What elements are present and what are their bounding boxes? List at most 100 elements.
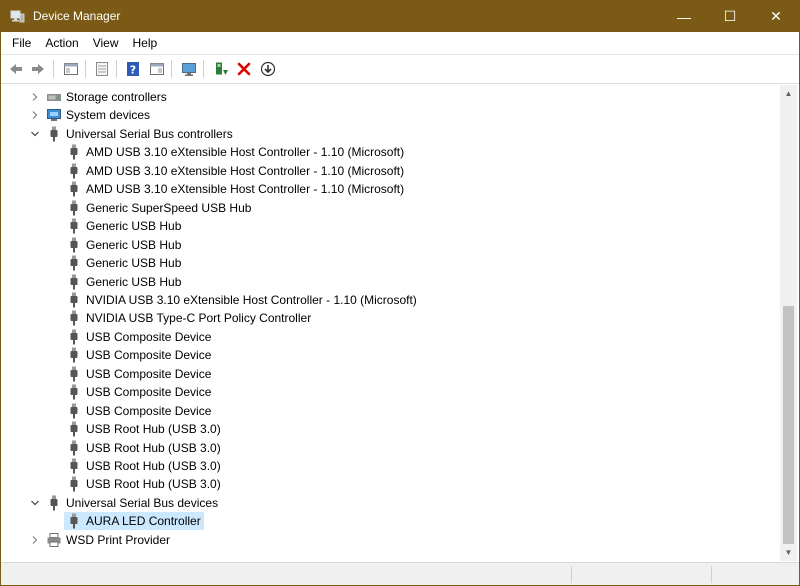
tree-category-label[interactable]: System devices [66, 106, 150, 124]
usb-icon [66, 329, 82, 345]
usb-icon [66, 255, 82, 271]
tree-device-label[interactable]: USB Root Hub (USB 3.0) [86, 439, 221, 457]
uninstall-button[interactable] [234, 59, 254, 79]
monitor-icon [182, 63, 196, 76]
forward-button[interactable] [28, 59, 48, 79]
action-button[interactable] [147, 59, 167, 79]
usb-icon [66, 218, 82, 234]
usb-icon [66, 347, 82, 363]
tree-device-label[interactable]: USB Composite Device [86, 328, 211, 346]
usb-icon [66, 366, 82, 382]
usb-icon [66, 144, 82, 160]
usb-icon [66, 403, 82, 419]
update-driver-button[interactable] [211, 59, 231, 79]
tree-device-label[interactable]: Generic USB Hub [86, 254, 181, 272]
update-driver-icon [216, 62, 228, 75]
usb-icon [66, 200, 82, 216]
print-provider-icon [46, 532, 62, 548]
scan-hardware-button[interactable] [179, 59, 199, 79]
menu-bar: File Action View Help [1, 32, 799, 55]
tree-device-label[interactable]: Generic USB Hub [86, 273, 181, 291]
chevron-right-icon[interactable] [29, 91, 41, 103]
show-hidden-button[interactable] [92, 59, 112, 79]
tree-device-label[interactable]: AMD USB 3.10 eXtensible Host Controller … [86, 143, 404, 161]
action-icon [150, 63, 164, 75]
help-button[interactable]: ? [123, 59, 143, 79]
tree-category-label[interactable]: Universal Serial Bus controllers [66, 125, 233, 143]
tree-device-label[interactable]: USB Composite Device [86, 402, 211, 420]
close-button[interactable]: ✕ [753, 1, 799, 32]
usb-icon [66, 458, 82, 474]
device-manager-window: Device Manager — ☐ ✕ File Action View He… [0, 0, 800, 586]
scroll-up-arrow-icon[interactable]: ▲ [780, 85, 797, 102]
back-icon [10, 64, 22, 74]
tree-device-label[interactable]: USB Composite Device [86, 346, 211, 364]
tree-category-label[interactable]: Universal Serial Bus devices [66, 494, 218, 512]
menu-file[interactable]: File [5, 33, 38, 53]
tree-device-label[interactable]: Generic USB Hub [86, 236, 181, 254]
tree-device-label[interactable]: AURA LED Controller [86, 512, 201, 530]
tree-device-label[interactable]: NVIDIA USB Type-C Port Policy Controller [86, 309, 311, 327]
svg-text:?: ? [130, 64, 136, 77]
storage-controller-icon [46, 89, 62, 105]
system-device-icon [46, 107, 62, 123]
title-bar[interactable]: Device Manager — ☐ ✕ [1, 1, 799, 32]
status-bar-divider [711, 566, 712, 583]
scroll-down-arrow-icon[interactable]: ▼ [780, 544, 797, 561]
toolbar-separator [116, 60, 117, 78]
usb-icon [66, 163, 82, 179]
usb-icon [66, 310, 82, 326]
status-bar-divider [571, 566, 572, 583]
tree-category-label[interactable]: Storage controllers [66, 88, 167, 106]
usb-icon [66, 274, 82, 290]
maximize-button[interactable]: ☐ [707, 1, 753, 32]
tree-device-label[interactable]: USB Root Hub (USB 3.0) [86, 475, 221, 493]
tree-device-label[interactable]: AMD USB 3.10 eXtensible Host Controller … [86, 180, 404, 198]
tree-device-label[interactable]: USB Root Hub (USB 3.0) [86, 457, 221, 475]
scrollbar-thumb[interactable] [783, 306, 794, 544]
uninstall-icon [237, 62, 251, 76]
tree-device-label[interactable]: USB Composite Device [86, 365, 211, 383]
download-icon [260, 61, 276, 77]
tree-device-label[interactable]: Generic SuperSpeed USB Hub [86, 199, 251, 217]
chevron-right-icon[interactable] [29, 534, 41, 546]
tree-device-label[interactable]: AMD USB 3.10 eXtensible Host Controller … [86, 162, 404, 180]
minimize-button[interactable]: — [661, 1, 707, 32]
properties-view-button[interactable] [61, 59, 81, 79]
toolbar: ? [1, 55, 799, 84]
vertical-scrollbar[interactable]: ▲ ▼ [780, 85, 797, 561]
usb-icon [66, 292, 82, 308]
forward-icon [32, 64, 44, 74]
chevron-right-icon[interactable] [29, 109, 41, 121]
menu-help[interactable]: Help [126, 33, 165, 53]
toolbar-separator [85, 60, 86, 78]
usb-icon [66, 384, 82, 400]
download-button[interactable] [258, 59, 278, 79]
usb-icon [66, 421, 82, 437]
menu-view[interactable]: View [86, 33, 126, 53]
show-hidden-icon [96, 62, 108, 76]
usb-icon [66, 476, 82, 492]
tree-device-label[interactable]: USB Root Hub (USB 3.0) [86, 420, 221, 438]
usb-icon [66, 513, 82, 529]
menu-action[interactable]: Action [38, 33, 85, 53]
usb-icon [66, 440, 82, 456]
tree-device-label[interactable]: Generic USB Hub [86, 217, 181, 235]
toolbar-separator [53, 60, 54, 78]
chevron-down-icon[interactable] [29, 497, 41, 509]
status-bar [1, 562, 799, 585]
usb-icon [66, 181, 82, 197]
toolbar-separator [203, 60, 204, 78]
device-tree[interactable]: Storage controllers System devices Univers… [2, 85, 780, 561]
tree-category-label[interactable]: WSD Print Provider [66, 531, 170, 549]
window-title: Device Manager [33, 9, 121, 23]
back-button[interactable] [6, 59, 26, 79]
tree-device-label[interactable]: USB Composite Device [86, 383, 211, 401]
chevron-down-icon[interactable] [29, 128, 41, 140]
properties-view-icon [64, 63, 78, 75]
device-manager-app-icon [10, 10, 25, 23]
toolbar-separator [171, 60, 172, 78]
usb-icon [46, 126, 62, 142]
tree-device-label[interactable]: NVIDIA USB 3.10 eXtensible Host Controll… [86, 291, 417, 309]
usb-icon [46, 495, 62, 511]
